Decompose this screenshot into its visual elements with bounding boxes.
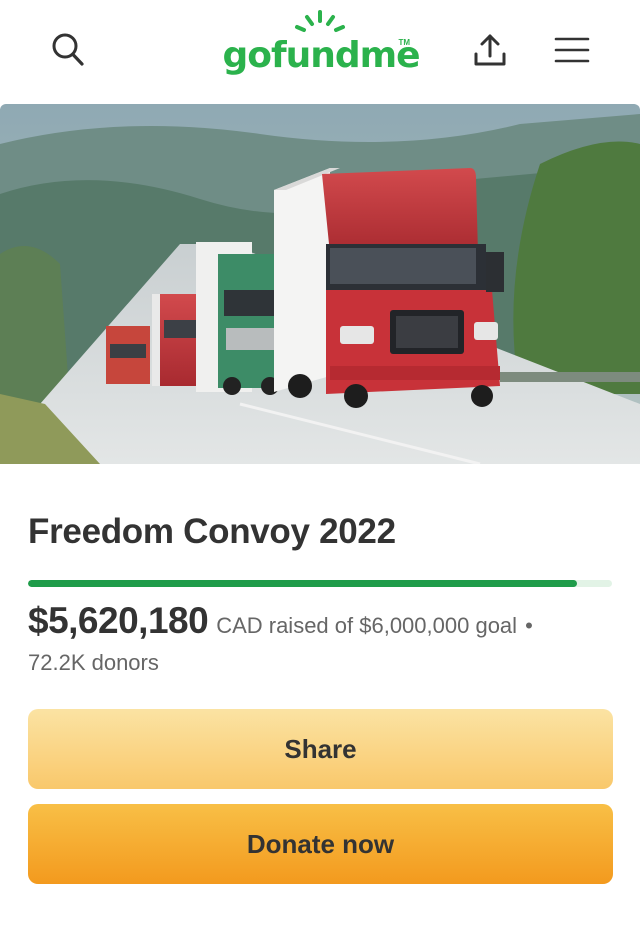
donate-now-button[interactable]: Donate now bbox=[28, 804, 613, 884]
logo-sun-rays-icon bbox=[295, 10, 345, 32]
fundraising-progress-bar bbox=[28, 580, 612, 587]
logo-trademark: TM bbox=[398, 38, 410, 47]
logo-wordmark: gofundme bbox=[222, 35, 420, 76]
raised-amount: $5,620,180 bbox=[28, 600, 209, 641]
share-button[interactable]: Share bbox=[28, 709, 613, 789]
top-nav-bar: gofundme TM bbox=[0, 0, 640, 100]
search-icon bbox=[52, 33, 84, 66]
campaign-title: Freedom Convoy 2022 bbox=[28, 512, 396, 551]
separator-bullet: • bbox=[525, 613, 533, 638]
header-share-button[interactable] bbox=[466, 26, 514, 74]
gofundme-logo[interactable]: gofundme TM bbox=[222, 8, 421, 78]
convoy-trucks-photo bbox=[0, 104, 640, 464]
raised-of-goal-text: CAD raised of $6,000,000 goal bbox=[216, 613, 518, 638]
hamburger-menu-icon bbox=[554, 37, 590, 63]
menu-button[interactable] bbox=[548, 26, 596, 74]
search-button[interactable] bbox=[46, 28, 90, 72]
share-upload-icon bbox=[474, 34, 506, 66]
donor-count: 72.2K donors bbox=[28, 650, 159, 675]
campaign-hero-image bbox=[0, 104, 640, 464]
raised-summary: $5,620,180 CAD raised of $6,000,000 goal… bbox=[28, 600, 628, 642]
progress-bar-fill bbox=[28, 580, 577, 587]
